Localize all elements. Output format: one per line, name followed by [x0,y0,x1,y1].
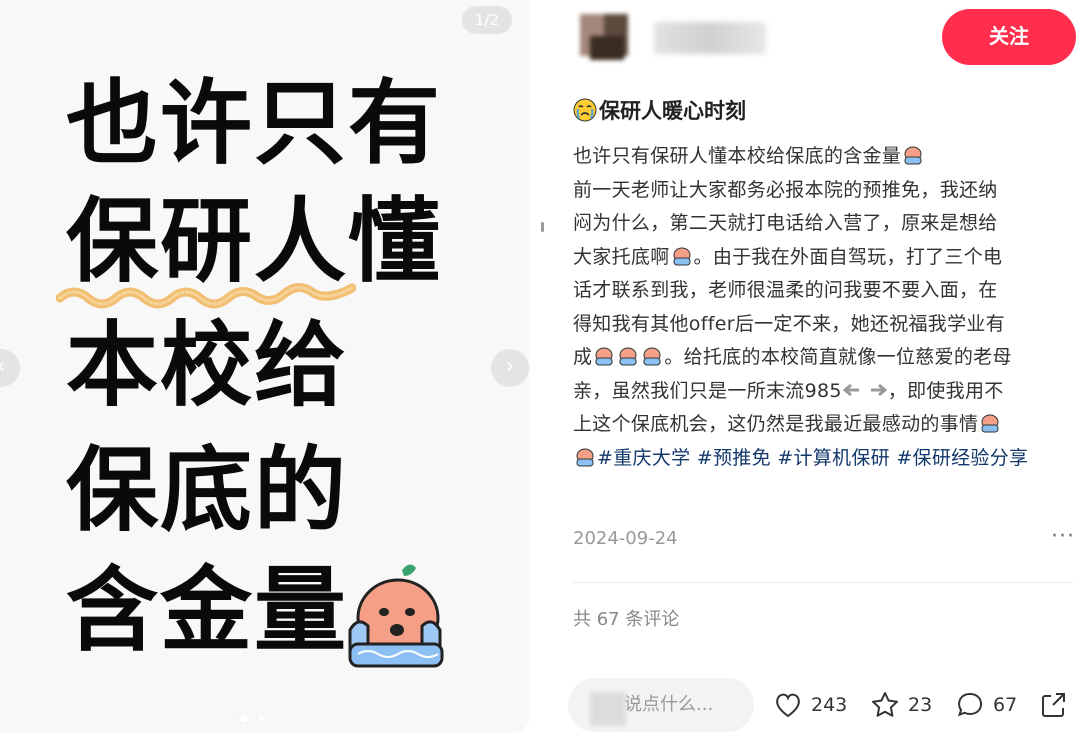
crying-sticker-icon [904,146,922,165]
next-image-button[interactable]: › [491,349,529,387]
hashtag-link[interactable]: #保研经验分享 [896,447,1028,469]
body-text: ，即使我用不 [887,379,1004,402]
poster-line: 也许只有 [66,70,443,177]
post-title-text: 保研人暖心时刻 [599,99,746,123]
follow-button[interactable]: 关注 [942,9,1076,65]
post-body-line: #重庆大学 #预推免 #计算机保研 #保研经验分享 [573,442,1073,476]
more-options-icon[interactable]: ··· [1051,526,1075,548]
divider [573,582,1073,583]
carousel-dot[interactable] [257,714,266,723]
collect-count: 23 [908,694,933,716]
post-title: 保研人暖心时刻 [573,95,746,125]
note-detail-panel: 关注 保研人暖心时刻 也许只有保研人懂本校给保底的含金量 前一天老师让大家都务必… [548,0,1080,733]
comment-input[interactable]: 说点什么... [568,678,754,732]
post-body-line: 前一天老师让大家都务必报本院的预推免，我还纳 [573,174,1073,208]
panel-divider [541,222,544,232]
crying-sticker-icon [595,347,613,366]
carousel-dot-active[interactable] [240,714,249,723]
post-body-line: 也许只有保研人懂本校给保底的含金量 [573,140,1073,174]
comment-input-placeholder: 说点什么... [624,694,714,715]
body-text: 上这个保底机会，这仍然是我最近最感动的事情 [573,413,979,435]
hashtag-link[interactable]: #重庆大学 [597,447,690,469]
highlight-squiggle [56,283,356,309]
body-text: 也许只有保研人懂本校给保底的含金量 [573,145,902,167]
hashtag-link[interactable]: #计算机保研 [777,447,890,469]
post-date: 2024-09-24 [573,528,678,549]
body-text: 成 [573,346,593,368]
post-body-line: 成 。给托底的本校简直就像一位慈爱的老母 [573,341,1073,375]
post-body-line: 大家托底啊 。由于我在外面自驾玩，打了三个电 [573,241,1073,275]
user-avatar [590,692,626,726]
like-button[interactable]: 243 [773,690,847,720]
hashtag-link[interactable]: #预推免 [697,447,771,469]
post-body-line: 话才联系到我，老师很温柔的问我要不要入面，在 [573,274,1073,308]
pointing-hands-icon [842,383,887,396]
speech-bubble-icon [957,692,983,717]
crying-sticker-icon [619,347,637,366]
post-body-line: 闷为什么，第二天就打电话给入营了，原来是想给 [573,207,1073,241]
comment-count-action: 67 [993,694,1018,716]
poster-line: 保研人懂 [66,188,443,295]
body-text: 前一天老师让大家都务必报本院的预推免，我还纳 [573,178,998,201]
post-body: 也许只有保研人懂本校给保底的含金量 前一天老师让大家都务必报本院的预推免，我还纳… [573,140,1073,475]
author-avatar[interactable] [570,6,648,66]
crying-sticker-icon [673,247,691,265]
post-body-line: 上这个保底机会，这仍然是我最近最感动的事情 [573,408,1073,442]
body-text: 。由于我在外面自驾玩，打了三个电 [693,245,1003,268]
body-text: 闷为什么，第二天就打电话给入营了，原来是想给 [573,212,998,234]
body-text: 。给托底的本校简直就像一位慈爱的老母 [664,346,1012,368]
collect-button[interactable]: 23 [870,690,932,720]
post-body-line: 得知我有其他offer后一定不来，她还祝福我学业有 [573,308,1073,342]
poster-line: 含金量 [66,557,349,664]
crying-face-icon [573,98,597,122]
body-text: 得知我有其他offer后一定不来，她还祝福我学业有 [573,312,1006,335]
poster-line: 保底的 [66,437,349,544]
heart-icon [776,693,800,718]
crying-sticker-icon [981,414,999,433]
comment-button[interactable]: 67 [955,690,1017,720]
crying-sticker-icon [643,347,661,366]
share-button[interactable] [1038,690,1068,720]
page-counter: 1/2 [462,6,512,34]
note-image: 也许只有 保研人懂 本校给 保底的 含金量 [0,0,530,733]
body-text: 大家托底啊 [573,245,670,268]
post-body-line: 亲，虽然我们只是一所末流985 ，即使我用不 [573,375,1073,409]
star-icon [872,692,898,717]
author-name[interactable] [654,22,766,54]
like-count: 243 [811,694,848,716]
body-text: 亲，虽然我们只是一所末流985 [573,379,842,402]
comment-count: 共 67 条评论 [573,609,680,630]
crying-sticker-icon [576,448,594,466]
poster-line: 本校给 [66,312,349,419]
share-icon [1042,693,1065,717]
body-text: 话才联系到我，老师很温柔的问我要不要入面，在 [573,279,998,301]
note-image-carousel[interactable]: 也许只有 保研人懂 本校给 保底的 含金量 1/2 ‹ › [0,0,530,733]
crying-blob-sticker [348,564,444,668]
carousel-dots [240,714,266,723]
